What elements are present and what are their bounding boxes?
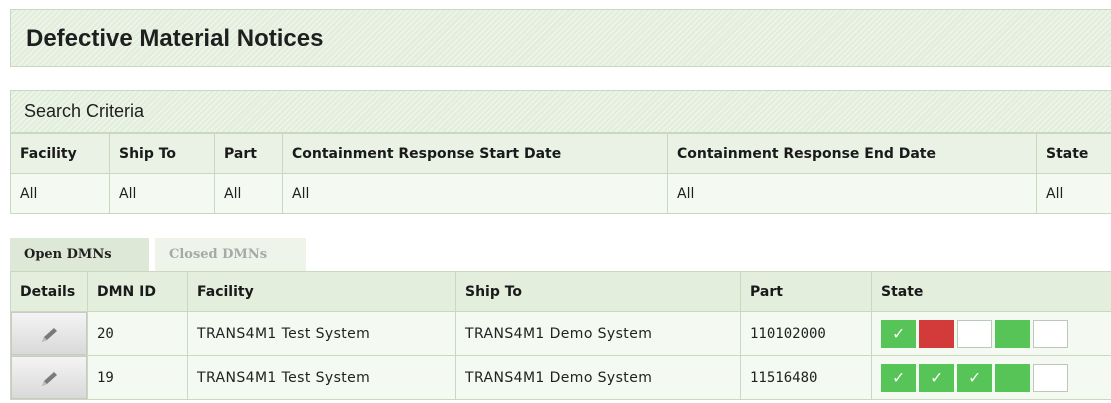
tab-closed-dmns[interactable]: Closed DMNs [155, 238, 306, 271]
criteria-header-start-date: Containment Response Start Date [282, 133, 668, 174]
pencil-icon [42, 328, 57, 342]
state-cell: ✓ ✓ ✓ [871, 355, 1111, 400]
state-indicators: ✓ [881, 319, 1102, 348]
ship-to-cell: TRANS4M1 Demo System [455, 311, 741, 356]
table-row: 20 TRANS4M1 Test System TRANS4M1 Demo Sy… [10, 311, 1111, 356]
facility-cell: TRANS4M1 Test System [187, 311, 456, 356]
state-indicators: ✓ ✓ ✓ [881, 363, 1102, 392]
check-icon: ✓ [893, 322, 904, 344]
criteria-header-end-date: Containment Response End Date [667, 133, 1037, 174]
check-icon: ✓ [969, 366, 980, 388]
facility-cell: TRANS4M1 Test System [187, 355, 456, 400]
criteria-header-state: State [1036, 133, 1111, 174]
state-white-indicator [1033, 319, 1068, 348]
dmn-id-cell: 20 [87, 311, 188, 356]
table-row: 19 TRANS4M1 Test System TRANS4M1 Demo Sy… [10, 355, 1111, 400]
criteria-header-part: Part [214, 133, 283, 174]
state-check-indicator: ✓ [881, 363, 916, 392]
dmn-table: Details DMN ID Facility Ship To Part Sta… [10, 271, 1111, 400]
dmn-id-cell: 19 [87, 355, 188, 400]
state-check-indicator: ✓ [919, 363, 954, 392]
part-cell: 11516480 [740, 355, 872, 400]
criteria-ship-to-value[interactable]: All [109, 173, 215, 214]
criteria-start-date-value[interactable]: All [282, 173, 668, 214]
criteria-end-date-value[interactable]: All [667, 173, 1037, 214]
criteria-state-value[interactable]: All [1036, 173, 1111, 214]
dmn-header-ship-to[interactable]: Ship To [455, 271, 741, 312]
tab-open-dmns[interactable]: Open DMNs [10, 238, 149, 271]
criteria-header-facility: Facility [10, 133, 110, 174]
state-white-indicator [1033, 363, 1068, 392]
dmn-header-details[interactable]: Details [10, 271, 88, 312]
dmn-header-state[interactable]: State [871, 271, 1111, 312]
state-cell: ✓ [871, 311, 1111, 356]
state-green-indicator [995, 319, 1030, 348]
criteria-part-value[interactable]: All [214, 173, 283, 214]
part-cell: 110102000 [740, 311, 872, 356]
page-header: Defective Material Notices [10, 9, 1111, 67]
check-icon: ✓ [931, 366, 942, 388]
state-green-indicator [995, 363, 1030, 392]
dmn-header-id[interactable]: DMN ID [87, 271, 188, 312]
edit-details-button[interactable] [11, 356, 87, 399]
state-red-indicator [919, 319, 954, 348]
details-cell [10, 311, 88, 356]
page-title: Defective Material Notices [26, 25, 324, 52]
dmn-header-part[interactable]: Part [740, 271, 872, 312]
state-check-indicator: ✓ [881, 319, 916, 348]
search-criteria-panel: Search Criteria Facility Ship To Part Co… [10, 90, 1111, 214]
criteria-header-ship-to: Ship To [109, 133, 215, 174]
pencil-icon [42, 372, 57, 386]
state-check-indicator: ✓ [957, 363, 992, 392]
search-criteria-table: Facility Ship To Part Containment Respon… [10, 133, 1111, 214]
check-icon: ✓ [893, 366, 904, 388]
state-white-indicator [957, 319, 992, 348]
search-criteria-label: Search Criteria [24, 101, 145, 121]
ship-to-cell: TRANS4M1 Demo System [455, 355, 741, 400]
search-criteria-header[interactable]: Search Criteria [11, 91, 1111, 133]
dmn-header-facility[interactable]: Facility [187, 271, 456, 312]
criteria-facility-value[interactable]: All [10, 173, 110, 214]
details-cell [10, 355, 88, 400]
edit-details-button[interactable] [11, 312, 87, 355]
